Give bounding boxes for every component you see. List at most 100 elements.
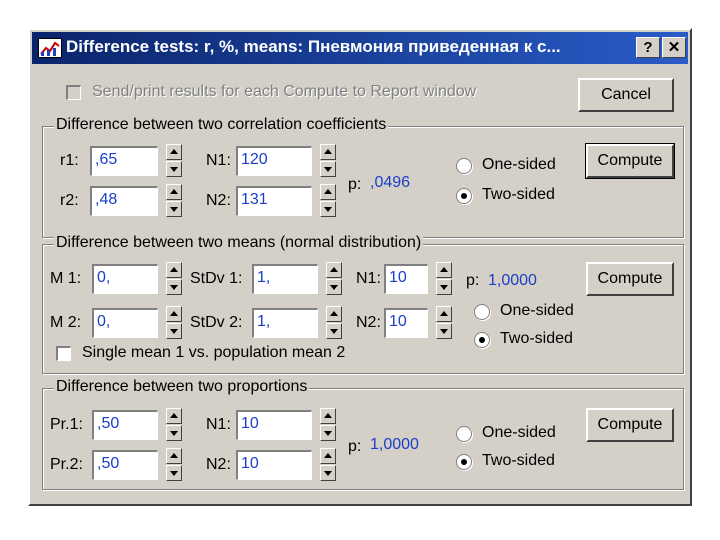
m1-label: M 1: xyxy=(50,270,82,287)
corr-n2-spinner[interactable] xyxy=(320,184,336,218)
pr1-spinner[interactable] xyxy=(166,408,182,442)
r2-spinner[interactable] xyxy=(166,184,182,218)
props-one-sided-label: One-sided xyxy=(482,424,556,441)
sd1-input[interactable]: 1, xyxy=(252,264,318,294)
pr2-spin-up-icon[interactable] xyxy=(166,448,182,464)
props-n1-input[interactable]: 10 xyxy=(236,410,312,440)
pr2-input[interactable]: ,50 xyxy=(92,450,158,480)
corr-two-sided-label: Two-sided xyxy=(482,186,555,203)
pr1-input[interactable]: ,50 xyxy=(92,410,158,440)
corr-one-sided-radio[interactable] xyxy=(456,158,472,174)
corr-n1-spin-up-icon[interactable] xyxy=(320,144,336,160)
means-n1-spin-up-icon[interactable] xyxy=(436,262,452,278)
difference-tests-dialog: Difference tests: r, %, means: Пневмония… xyxy=(28,28,692,506)
means-n2-spinner[interactable] xyxy=(436,306,452,340)
means-n2-spin-down-icon[interactable] xyxy=(436,323,452,339)
r1-spin-down-icon[interactable] xyxy=(166,161,182,177)
props-n2-input[interactable]: 10 xyxy=(236,450,312,480)
means-n2-spin-up-icon[interactable] xyxy=(436,306,452,322)
props-p-value: 1,0000 xyxy=(370,436,419,453)
r1-spin-up-icon[interactable] xyxy=(166,144,182,160)
props-n2-spinner[interactable] xyxy=(320,448,336,482)
sd1-spin-down-icon[interactable] xyxy=(326,279,342,295)
corr-n2-spin-down-icon[interactable] xyxy=(320,201,336,217)
props-n2-spin-up-icon[interactable] xyxy=(320,448,336,464)
window-title: Difference tests: r, %, means: Пневмония… xyxy=(66,37,561,56)
means-p-value: 1,0000 xyxy=(488,272,537,289)
m1-spin-up-icon[interactable] xyxy=(166,262,182,278)
means-n1-spinner[interactable] xyxy=(436,262,452,296)
means-two-sided-radio[interactable] xyxy=(474,332,490,348)
single-mean-checkbox[interactable] xyxy=(56,346,71,361)
props-n1-spin-down-icon[interactable] xyxy=(320,425,336,441)
props-p-label: p: xyxy=(348,438,362,455)
cancel-button[interactable]: Cancel xyxy=(578,78,674,112)
corr-n1-input[interactable]: 120 xyxy=(236,146,312,176)
send-results-checkbox[interactable] xyxy=(66,85,81,100)
send-results-label: Send/print results for each Compute to R… xyxy=(92,83,477,100)
pr1-spin-down-icon[interactable] xyxy=(166,425,182,441)
sd2-spin-up-icon[interactable] xyxy=(326,306,342,322)
m1-input[interactable]: 0, xyxy=(92,264,158,294)
means-n2-input[interactable]: 10 xyxy=(384,308,428,338)
corr-n2-input[interactable]: 131 xyxy=(236,186,312,216)
m2-spin-down-icon[interactable] xyxy=(166,323,182,339)
pr1-spin-up-icon[interactable] xyxy=(166,408,182,424)
corr-one-sided-label: One-sided xyxy=(482,156,556,173)
single-mean-label: Single mean 1 vs. population mean 2 xyxy=(82,344,346,361)
m2-spinner[interactable] xyxy=(166,306,182,340)
means-one-sided-radio[interactable] xyxy=(474,304,490,320)
m2-input[interactable]: 0, xyxy=(92,308,158,338)
means-n2-label: N2: xyxy=(356,314,381,331)
r2-label: r2: xyxy=(60,192,79,209)
sd2-label: StDv 2: xyxy=(190,314,243,331)
means-compute-button[interactable]: Compute xyxy=(586,262,674,296)
m1-spin-down-icon[interactable] xyxy=(166,279,182,295)
props-n1-label: N1: xyxy=(206,416,231,433)
corr-compute-button[interactable]: Compute xyxy=(585,143,675,179)
m2-label: M 2: xyxy=(50,314,82,331)
corr-two-sided-radio[interactable] xyxy=(456,188,472,204)
means-one-sided-label: One-sided xyxy=(500,302,574,319)
m1-spinner[interactable] xyxy=(166,262,182,296)
pr2-spin-down-icon[interactable] xyxy=(166,465,182,481)
means-n1-spin-down-icon[interactable] xyxy=(436,279,452,295)
props-n1-spin-up-icon[interactable] xyxy=(320,408,336,424)
corr-n2-spin-up-icon[interactable] xyxy=(320,184,336,200)
props-compute-button[interactable]: Compute xyxy=(586,408,674,442)
means-p-label: p: xyxy=(466,272,480,289)
props-n1-spinner[interactable] xyxy=(320,408,336,442)
sd2-spinner[interactable] xyxy=(326,306,342,340)
correlation-group-title: Difference between two correlation coeff… xyxy=(54,116,389,134)
sd2-spin-down-icon[interactable] xyxy=(326,323,342,339)
sd2-input[interactable]: 1, xyxy=(252,308,318,338)
close-button[interactable]: ✕ xyxy=(662,37,686,58)
pr2-spinner[interactable] xyxy=(166,448,182,482)
corr-n1-spinner[interactable] xyxy=(320,144,336,178)
props-n2-label: N2: xyxy=(206,456,231,473)
corr-n2-label: N2: xyxy=(206,192,231,209)
r1-input[interactable]: ,65 xyxy=(90,146,158,176)
props-two-sided-radio[interactable] xyxy=(456,454,472,470)
sd1-spin-up-icon[interactable] xyxy=(326,262,342,278)
props-two-sided-label: Two-sided xyxy=(482,452,555,469)
r2-spin-up-icon[interactable] xyxy=(166,184,182,200)
m2-spin-up-icon[interactable] xyxy=(166,306,182,322)
means-n1-label: N1: xyxy=(356,270,381,287)
props-one-sided-radio[interactable] xyxy=(456,426,472,442)
corr-p-value: ,0496 xyxy=(370,174,411,191)
r1-label: r1: xyxy=(60,152,79,169)
r2-input[interactable]: ,48 xyxy=(90,186,158,216)
title-bar[interactable]: Difference tests: r, %, means: Пневмония… xyxy=(32,32,688,64)
sd1-spinner[interactable] xyxy=(326,262,342,296)
pr2-label: Pr.2: xyxy=(50,456,83,473)
pr1-label: Pr.1: xyxy=(50,416,83,433)
corr-n1-spin-down-icon[interactable] xyxy=(320,161,336,177)
r1-spinner[interactable] xyxy=(166,144,182,178)
props-n2-spin-down-icon[interactable] xyxy=(320,465,336,481)
means-group-title: Difference between two means (normal dis… xyxy=(54,234,424,252)
r2-spin-down-icon[interactable] xyxy=(166,201,182,217)
means-n1-input[interactable]: 10 xyxy=(384,264,428,294)
help-button[interactable]: ? xyxy=(636,37,660,58)
means-two-sided-label: Two-sided xyxy=(500,330,573,347)
